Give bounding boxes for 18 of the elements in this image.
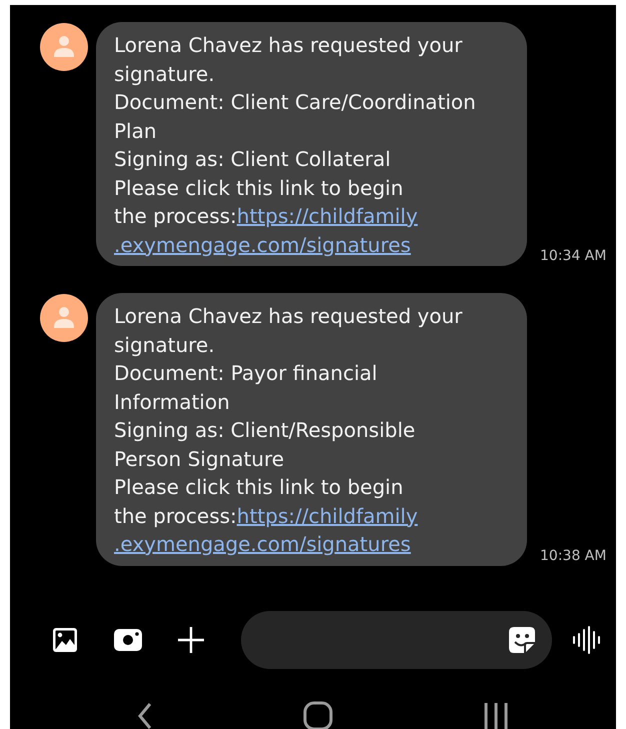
voice-icon[interactable] — [572, 626, 602, 654]
signature-link[interactable]: https://childfamily — [236, 204, 418, 228]
signature-link[interactable]: .exymengage.com/signatures — [114, 232, 411, 256]
plus-icon[interactable] — [177, 626, 205, 654]
avatar-icon — [40, 294, 88, 342]
signature-link[interactable]: https://childfamily — [236, 504, 418, 528]
message-time: 10:34 AM — [540, 248, 606, 264]
camera-icon[interactable] — [113, 626, 143, 652]
sticker-icon[interactable] — [508, 626, 536, 654]
home-icon[interactable] — [303, 700, 333, 729]
message-text: Lorena Chavez has requested your signature. Document: Payor financial Information Signing as: Client/Responsible Person Signature Please click this link to begin the process:https://childfamily .exymengage.com/signatures — [114, 303, 464, 558]
avatar-icon — [40, 23, 88, 71]
message-time: 10:38 AM — [540, 548, 606, 564]
recents-icon[interactable] — [483, 700, 509, 729]
signature-link[interactable]: .exymengage.com/signatures — [114, 532, 411, 556]
message-text: Lorena Chavez has requested your signature. Document: Client Care/Coordination Plan Signing as: Client Collateral Please click this link to begin the process:https://childfamily .exymengage.com/signatures — [114, 32, 477, 258]
back-icon[interactable] — [137, 700, 153, 729]
image-icon[interactable] — [51, 626, 79, 654]
